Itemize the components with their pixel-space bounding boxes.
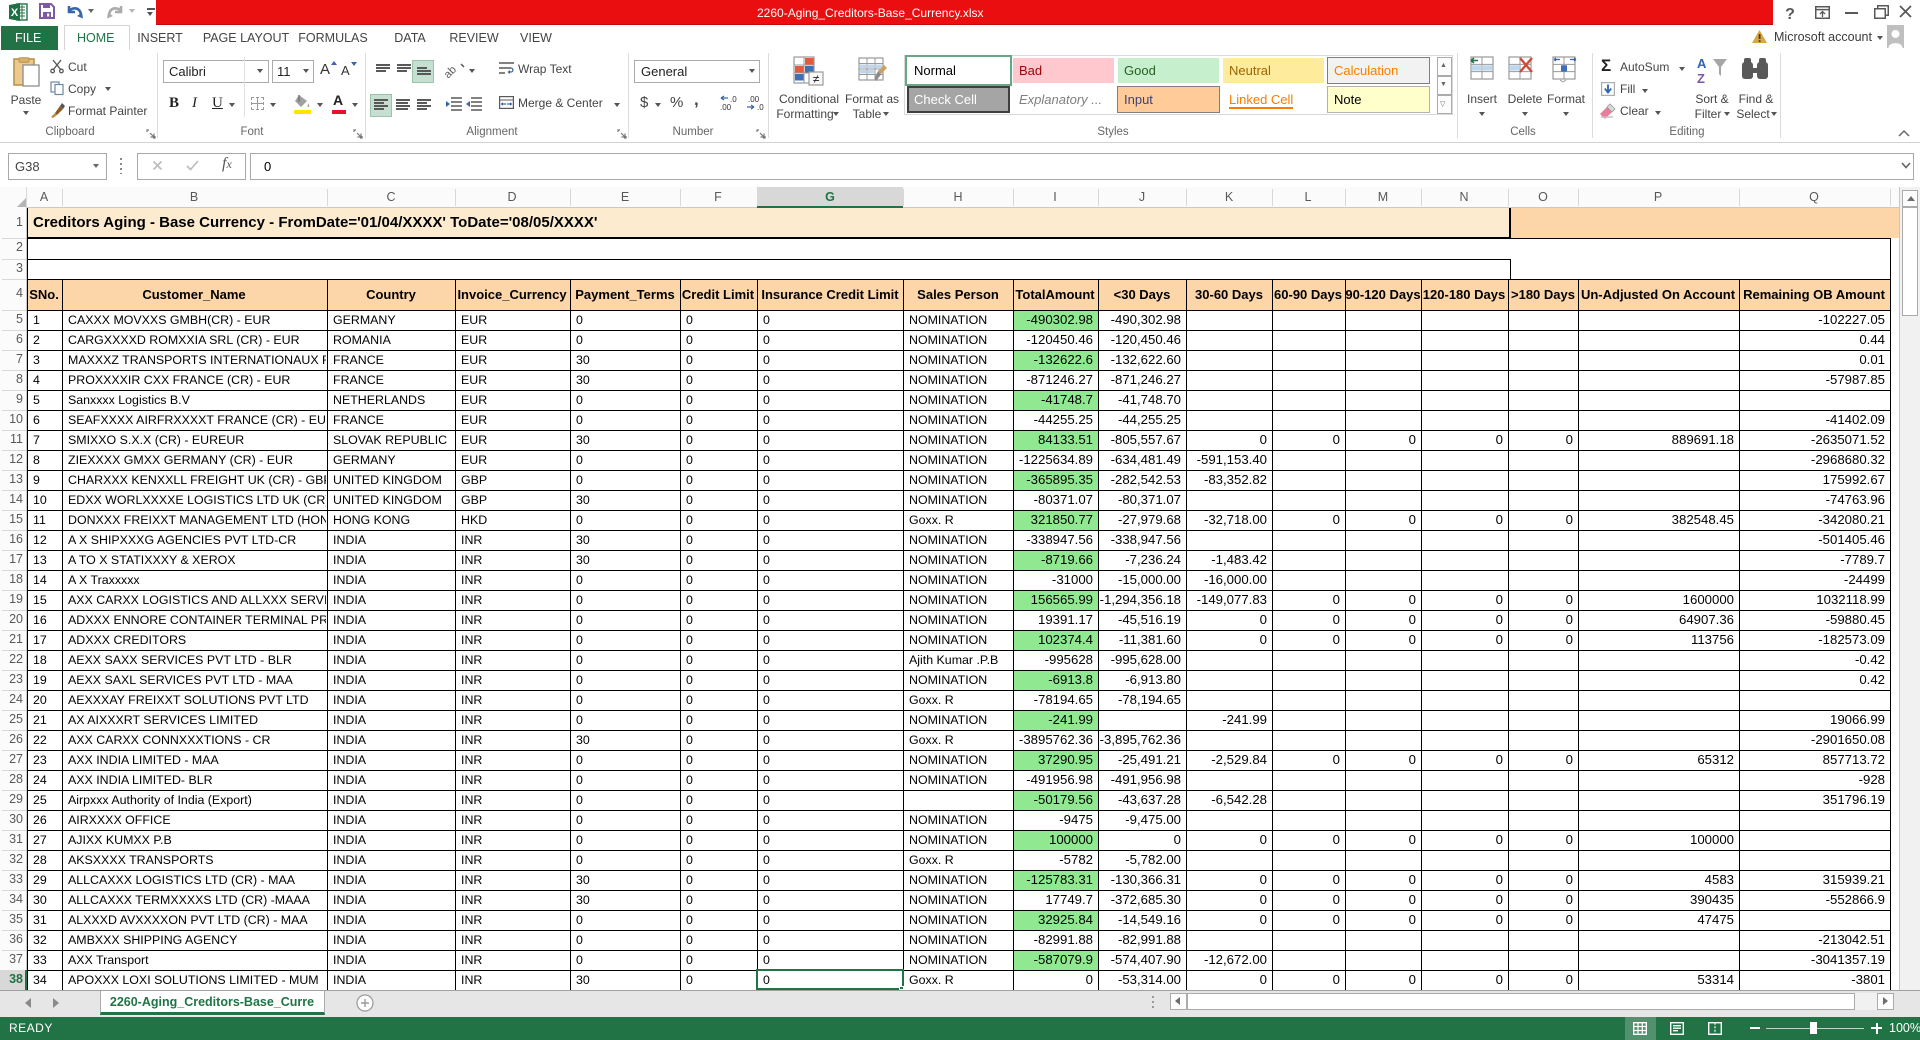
svg-text:Z: Z [1697, 71, 1705, 86]
svg-text:≠: ≠ [813, 72, 820, 86]
svg-text:?: ? [1785, 6, 1795, 23]
svg-text:X: X [11, 7, 19, 19]
svg-text:.0: .0 [757, 103, 764, 112]
svg-text:A: A [1697, 56, 1707, 71]
svg-text:.00: .00 [720, 103, 732, 112]
